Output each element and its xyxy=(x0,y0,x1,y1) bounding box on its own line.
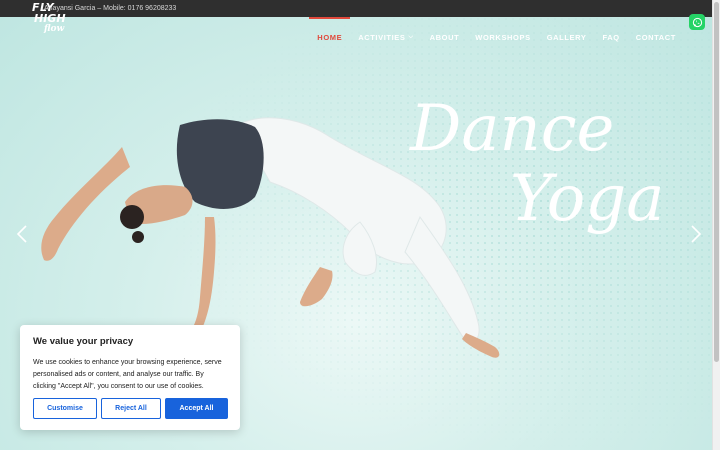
nav-item-activities[interactable]: ACTIVITIES ⌵ xyxy=(350,17,421,57)
nav-label: HOME xyxy=(317,32,343,42)
nav-label: ACTIVITIES xyxy=(358,32,406,42)
nav-item-gallery[interactable]: GALLERY xyxy=(539,17,595,57)
cookie-consent-banner: We value your privacy We use cookies to … xyxy=(20,325,240,430)
whatsapp-button[interactable] xyxy=(689,14,705,30)
customise-button[interactable]: Customise xyxy=(33,398,97,419)
nav-label: CONTACT xyxy=(635,32,676,42)
chevron-down-icon: ⌵ xyxy=(408,33,414,40)
nav-item-about[interactable]: ABOUT xyxy=(422,17,468,57)
accept-all-button[interactable]: Accept All xyxy=(165,398,228,419)
cookie-actions: Customise Reject All Accept All xyxy=(33,398,228,419)
cookie-body: We use cookies to enhance your browsing … xyxy=(33,359,222,390)
site-logo[interactable]: FLY HIGH flow xyxy=(32,2,76,40)
chevron-right-icon xyxy=(691,225,702,243)
whatsapp-icon xyxy=(692,17,702,27)
nav-item-faq[interactable]: FAQ xyxy=(594,17,627,57)
nav-item-contact[interactable]: CONTACT xyxy=(628,17,684,57)
slider-next-button[interactable] xyxy=(688,220,704,248)
slider-prev-button[interactable] xyxy=(14,220,30,248)
nav-label: ABOUT xyxy=(429,32,460,42)
hero-title-line1: Dance xyxy=(409,92,614,166)
nav-label: FAQ xyxy=(602,32,620,42)
nav-label: WORKSHOPS xyxy=(475,32,531,42)
logo-line2: HIGH xyxy=(34,12,66,25)
hero-title-line2: Yoga xyxy=(510,162,664,236)
nav-label: GALLERY xyxy=(546,32,587,42)
scrollbar-thumb[interactable] xyxy=(714,2,719,362)
page-scrollbar[interactable] xyxy=(712,0,720,450)
cookie-title: We value your privacy xyxy=(33,336,134,347)
logo-line3: flow xyxy=(44,24,65,34)
top-contact-bar: Anayansi Garcia – Mobile: 0176 96208233 xyxy=(0,0,712,17)
chevron-left-icon xyxy=(16,225,27,243)
reject-all-button[interactable]: Reject All xyxy=(101,398,161,419)
main-nav: HOME ACTIVITIES ⌵ ABOUT WORKSHOPS GALLER… xyxy=(309,17,684,57)
nav-item-workshops[interactable]: WORKSHOPS xyxy=(467,17,538,57)
hero-title: Dance Yoga xyxy=(409,92,664,236)
nav-item-home[interactable]: HOME xyxy=(309,17,351,57)
